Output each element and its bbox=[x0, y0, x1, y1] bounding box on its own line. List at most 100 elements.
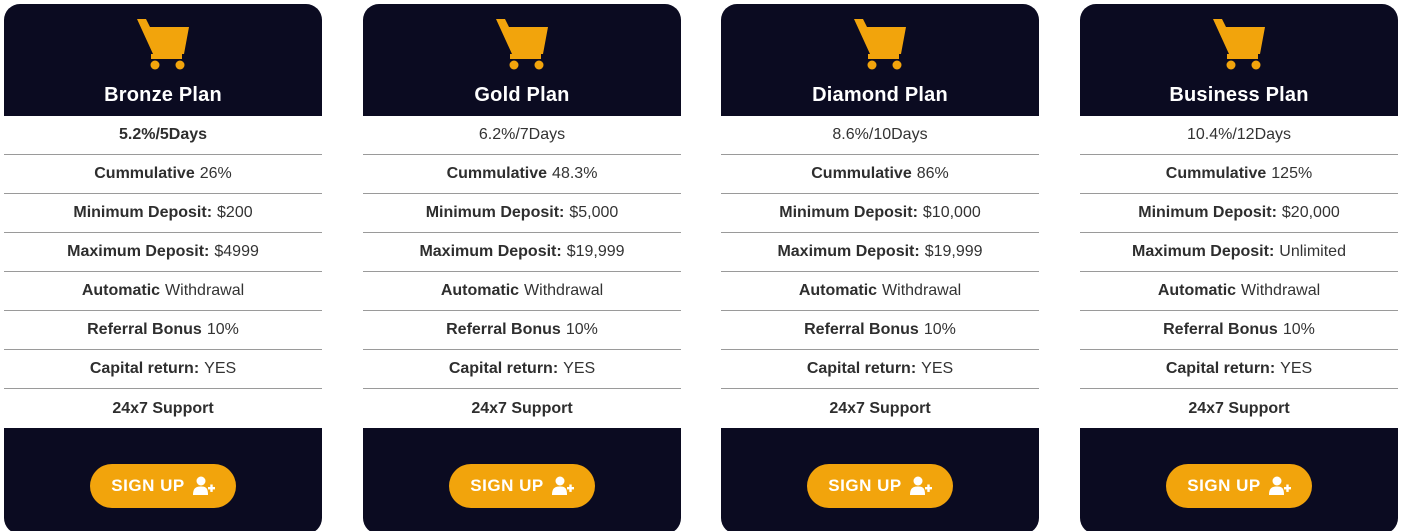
plan-title: Business Plan bbox=[1169, 84, 1309, 106]
withdrawal-row: Automatic Withdrawal bbox=[363, 272, 681, 311]
capital-return-row: Capital return: YES bbox=[721, 350, 1039, 389]
plan-title: Bronze Plan bbox=[104, 84, 222, 106]
support-row: 24x7 Support bbox=[112, 399, 214, 417]
sign-up-label: SIGN UP bbox=[111, 476, 185, 495]
plan-title: Diamond Plan bbox=[812, 84, 948, 106]
support-row: 24x7 Support bbox=[829, 399, 931, 417]
plan-card-footer: SIGN UP bbox=[4, 428, 322, 531]
plan-card-bronze: Bronze Plan 5.2%/5Days Cummulative 26% Mi… bbox=[4, 4, 322, 531]
referral-row: Referral Bonus 10% bbox=[721, 311, 1039, 350]
cumulative-value: 86% bbox=[916, 165, 949, 182]
max-deposit-row: Maximum Deposit: $4999 bbox=[4, 233, 322, 272]
referral-label: Referral Bonus bbox=[804, 321, 919, 338]
sign-up-label: SIGN UP bbox=[828, 476, 902, 495]
min-deposit-label: Minimum Deposit: bbox=[1138, 204, 1277, 221]
capital-return-value: YES bbox=[563, 360, 596, 377]
plan-card-diamond: Diamond Plan 8.6%/10Days Cummulative 86% … bbox=[721, 4, 1039, 531]
capital-return-label: Capital return: bbox=[89, 360, 200, 377]
plan-card-header: Business Plan bbox=[1080, 4, 1398, 116]
support-row: 24x7 Support bbox=[471, 399, 573, 417]
min-deposit-label: Minimum Deposit: bbox=[73, 204, 213, 221]
withdrawal-value: Withdrawal bbox=[1241, 282, 1321, 299]
capital-return-label: Capital return: bbox=[1165, 360, 1276, 377]
withdrawal-value: Withdrawal bbox=[165, 282, 245, 299]
plan-card-gold: Gold Plan 6.2%/7Days Cummulative 48.3% Mi… bbox=[363, 4, 681, 531]
shopping-cart-icon bbox=[137, 19, 189, 70]
plan-features: 10.4%/12Days Cummulative 125% Minimum Dep… bbox=[1080, 116, 1398, 428]
withdrawal-row: Automatic Withdrawal bbox=[4, 272, 322, 311]
capital-return-label: Capital return: bbox=[448, 360, 559, 377]
referral-label: Referral Bonus bbox=[446, 321, 561, 338]
min-deposit-row: Minimum Deposit: $5,000 bbox=[363, 194, 681, 233]
capital-return-row: Capital return: YES bbox=[4, 350, 322, 389]
withdrawal-row: Automatic Withdrawal bbox=[1080, 272, 1398, 311]
withdrawal-label: Automatic bbox=[798, 282, 878, 299]
cumulative-row: Cummulative 86% bbox=[721, 155, 1039, 194]
max-deposit-value: $4999 bbox=[214, 243, 259, 260]
plan-features: 6.2%/7Days Cummulative 48.3% Minimum Depo… bbox=[363, 116, 681, 428]
capital-return-row: Capital return: YES bbox=[1080, 350, 1398, 389]
min-deposit-label: Minimum Deposit: bbox=[425, 204, 565, 221]
referral-label: Referral Bonus bbox=[1163, 321, 1278, 338]
referral-value: 10% bbox=[565, 321, 598, 338]
min-deposit-row: Minimum Deposit: $20,000 bbox=[1080, 194, 1398, 233]
referral-label: Referral Bonus bbox=[87, 321, 202, 338]
user-plus-icon bbox=[1268, 476, 1291, 495]
cumulative-row: Cummulative 125% bbox=[1080, 155, 1398, 194]
max-deposit-row: Maximum Deposit: $19,999 bbox=[721, 233, 1039, 272]
cumulative-value: 125% bbox=[1271, 165, 1313, 182]
max-deposit-value: $19,999 bbox=[566, 243, 625, 260]
capital-return-value: YES bbox=[204, 360, 237, 377]
referral-value: 10% bbox=[206, 321, 239, 338]
max-deposit-row: Maximum Deposit: Unlimited bbox=[1080, 233, 1398, 272]
max-deposit-label: Maximum Deposit: bbox=[67, 243, 210, 260]
plan-rate: 8.6%/10Days bbox=[721, 116, 1039, 155]
sign-up-button[interactable]: SIGN UP bbox=[1166, 464, 1312, 508]
capital-return-label: Capital return: bbox=[806, 360, 917, 377]
plan-features: 8.6%/10Days Cummulative 86% Minimum Depos… bbox=[721, 116, 1039, 428]
referral-row: Referral Bonus 10% bbox=[4, 311, 322, 350]
sign-up-label: SIGN UP bbox=[1187, 476, 1261, 495]
min-deposit-row: Minimum Deposit: $200 bbox=[4, 194, 322, 233]
user-plus-icon bbox=[551, 476, 574, 495]
referral-row: Referral Bonus 10% bbox=[363, 311, 681, 350]
plan-rate: 10.4%/12Days bbox=[1080, 116, 1398, 155]
cumulative-value: 26% bbox=[199, 165, 232, 182]
cumulative-row: Cummulative 48.3% bbox=[363, 155, 681, 194]
shopping-cart-icon bbox=[854, 19, 906, 70]
cumulative-label: Cummulative bbox=[811, 165, 912, 182]
cumulative-label: Cummulative bbox=[94, 165, 195, 182]
max-deposit-label: Maximum Deposit: bbox=[777, 243, 920, 260]
support-row: 24x7 Support bbox=[1188, 399, 1290, 417]
capital-return-row: Capital return: YES bbox=[363, 350, 681, 389]
user-plus-icon bbox=[909, 476, 932, 495]
min-deposit-value: $200 bbox=[217, 204, 253, 221]
referral-row: Referral Bonus 10% bbox=[1080, 311, 1398, 350]
shopping-cart-icon bbox=[496, 19, 548, 70]
min-deposit-label: Minimum Deposit: bbox=[779, 204, 918, 221]
sign-up-label: SIGN UP bbox=[470, 476, 544, 495]
withdrawal-label: Automatic bbox=[81, 282, 161, 299]
max-deposit-value: $19,999 bbox=[924, 243, 983, 260]
sign-up-button[interactable]: SIGN UP bbox=[449, 464, 595, 508]
cumulative-label: Cummulative bbox=[1165, 165, 1267, 182]
plan-rate: 5.2%/5Days bbox=[4, 116, 322, 155]
min-deposit-value: $10,000 bbox=[922, 204, 981, 221]
sign-up-button[interactable]: SIGN UP bbox=[90, 464, 236, 508]
max-deposit-value: Unlimited bbox=[1279, 243, 1346, 260]
plan-card-footer: SIGN UP bbox=[721, 428, 1039, 531]
shopping-cart-icon bbox=[1213, 19, 1265, 70]
cumulative-row: Cummulative 26% bbox=[4, 155, 322, 194]
withdrawal-value: Withdrawal bbox=[524, 282, 604, 299]
capital-return-value: YES bbox=[921, 360, 954, 377]
referral-value: 10% bbox=[923, 321, 956, 338]
withdrawal-row: Automatic Withdrawal bbox=[721, 272, 1039, 311]
plan-card-header: Gold Plan bbox=[363, 4, 681, 116]
plan-rate: 6.2%/7Days bbox=[363, 116, 681, 155]
min-deposit-value: $5,000 bbox=[569, 204, 619, 221]
sign-up-button[interactable]: SIGN UP bbox=[807, 464, 953, 508]
cumulative-label: Cummulative bbox=[446, 165, 548, 182]
cumulative-value: 48.3% bbox=[552, 165, 598, 182]
withdrawal-label: Automatic bbox=[440, 282, 520, 299]
max-deposit-label: Maximum Deposit: bbox=[1132, 243, 1275, 260]
